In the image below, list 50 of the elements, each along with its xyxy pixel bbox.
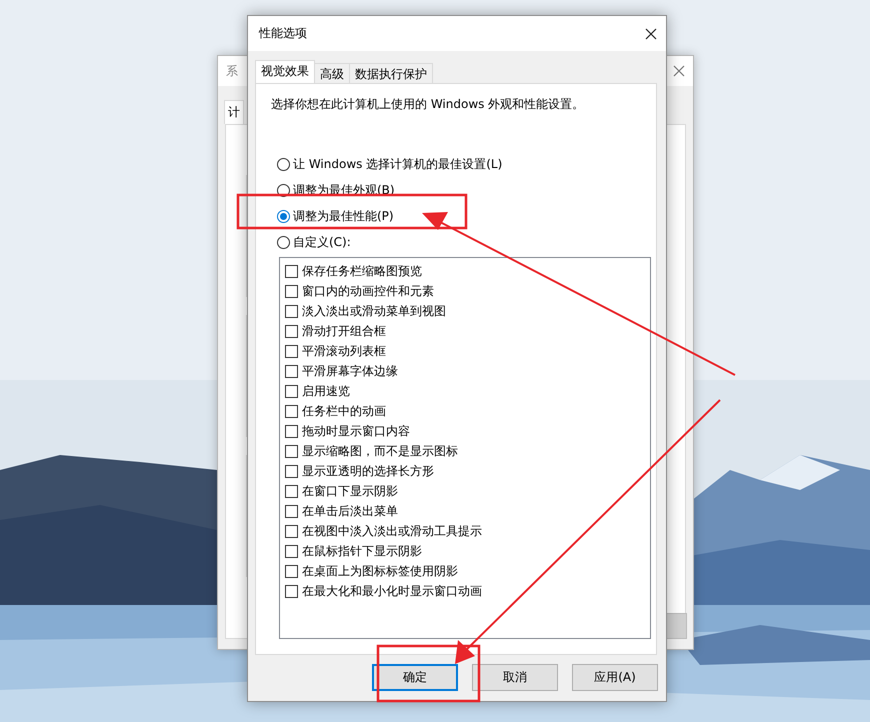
close-icon[interactable] [645, 28, 657, 40]
checkbox-label[interactable]: 淡入淡出或滑动菜单到视图 [302, 302, 446, 320]
checkbox-label[interactable]: 启用速览 [302, 382, 350, 400]
radio-label[interactable]: 让 Windows 选择计算机的最佳设置(L) [293, 156, 502, 172]
checkbox[interactable] [285, 564, 298, 578]
checkbox[interactable] [285, 284, 298, 298]
dialog-button[interactable]: 取消 [472, 664, 558, 691]
dialog-button[interactable]: 应用(A) [572, 664, 658, 691]
radio-button[interactable] [277, 158, 290, 170]
description-text: 选择你想在此计算机上使用的 Windows 外观和性能设置。 [271, 96, 586, 113]
checkbox[interactable] [285, 504, 298, 518]
checkbox[interactable] [285, 404, 298, 418]
checkbox-label[interactable]: 平滑滚动列表框 [302, 342, 386, 360]
checkbox[interactable] [285, 584, 298, 598]
checkbox-label[interactable]: 显示亚透明的选择长方形 [302, 462, 434, 480]
checkbox[interactable] [285, 484, 298, 498]
radio-label[interactable]: 自定义(C): [293, 234, 351, 250]
checkbox-label[interactable]: 在窗口下显示阴影 [302, 482, 398, 500]
checkbox[interactable] [285, 464, 298, 478]
checkbox-label[interactable]: 在桌面上为图标标签使用阴影 [302, 562, 458, 580]
checkbox-label[interactable]: 在单击后淡出菜单 [302, 502, 398, 520]
checkbox[interactable] [285, 304, 298, 318]
checkbox[interactable] [285, 364, 298, 378]
checkbox-label[interactable]: 显示缩略图，而不是显示图标 [302, 442, 458, 460]
checkbox-label[interactable]: 滑动打开组合框 [302, 322, 386, 340]
radio-label[interactable]: 调整为最佳性能(P) [293, 208, 394, 224]
checkbox[interactable] [285, 384, 298, 398]
window-title: 系 [226, 62, 238, 80]
tab[interactable]: 计 [224, 100, 244, 124]
checkbox-label[interactable]: 在最大化和最小化时显示窗口动画 [302, 582, 482, 600]
checkbox[interactable] [285, 344, 298, 358]
checkbox-label[interactable]: 在视图中淡入淡出或滑动工具提示 [302, 522, 482, 540]
dialog-title: 性能选项 [259, 25, 307, 42]
tab[interactable]: 数据执行保护 [349, 63, 433, 83]
checkbox-label[interactable]: 平滑屏幕字体边缘 [302, 362, 398, 380]
tab[interactable]: 视觉效果 [255, 60, 315, 83]
checkbox-label[interactable]: 保存任务栏缩略图预览 [302, 262, 422, 280]
dialog-button[interactable]: 确定 [372, 664, 458, 691]
checkbox-label[interactable]: 在鼠标指针下显示阴影 [302, 542, 422, 560]
radio-button[interactable] [277, 236, 290, 248]
checkbox[interactable] [285, 264, 298, 278]
checkbox[interactable] [285, 424, 298, 438]
checkbox[interactable] [285, 444, 298, 458]
checkbox-label[interactable]: 窗口内的动画控件和元素 [302, 282, 434, 300]
checkbox-label[interactable]: 任务栏中的动画 [302, 402, 386, 420]
radio-button[interactable] [277, 210, 290, 222]
checkbox-label[interactable]: 拖动时显示窗口内容 [302, 422, 410, 440]
checkbox[interactable] [285, 544, 298, 558]
checkbox[interactable] [285, 324, 298, 338]
checkbox[interactable] [285, 524, 298, 538]
